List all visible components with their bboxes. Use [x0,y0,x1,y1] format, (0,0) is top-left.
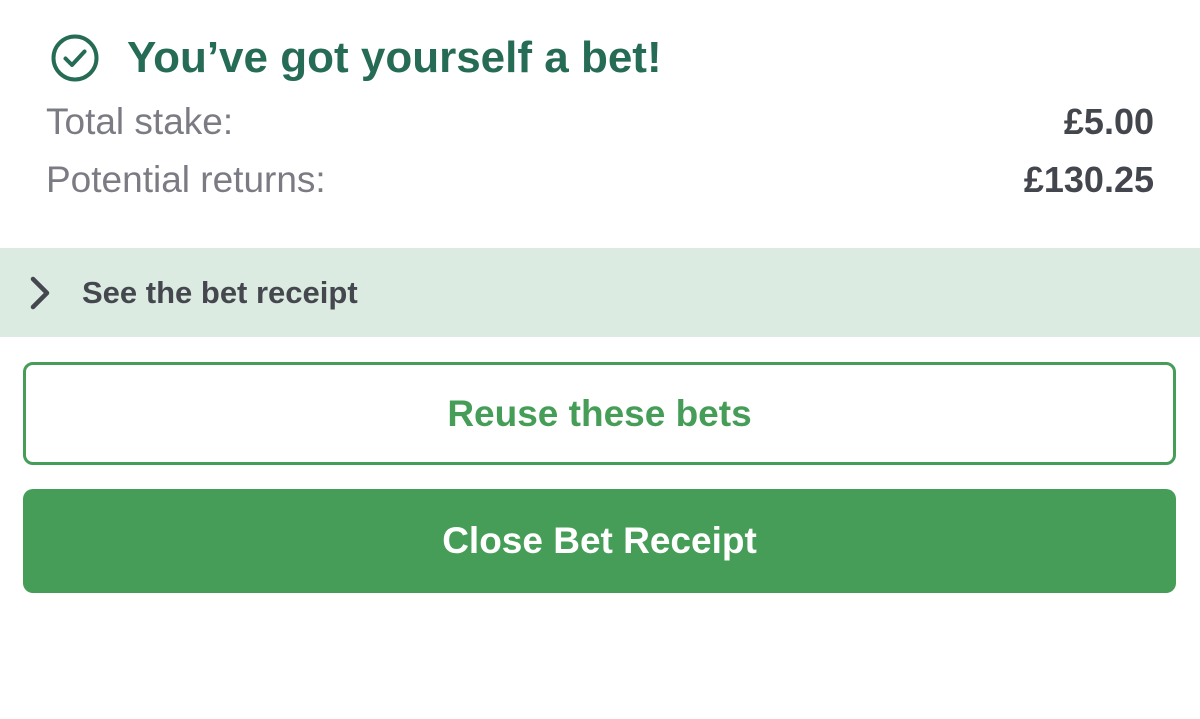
potential-returns-label: Potential returns: [46,159,326,200]
reuse-bets-label: Reuse these bets [447,392,752,434]
confirmation-headline: You’ve got yourself a bet! [127,33,662,82]
total-stake-label: Total stake: [46,101,234,142]
reuse-bets-button[interactable]: Reuse these bets [23,362,1176,465]
potential-returns-row: Potential returns: £130.25 [46,156,1154,204]
check-circle-icon [50,33,100,83]
see-bet-receipt-toggle[interactable]: See the bet receipt [0,248,1200,337]
confirmation-header: You’ve got yourself a bet! [50,30,662,86]
chevron-right-icon [27,275,53,311]
potential-returns-value: £130.25 [1023,159,1154,200]
total-stake-row: Total stake: £5.00 [46,98,1154,146]
close-bet-receipt-button[interactable]: Close Bet Receipt [23,489,1176,593]
see-bet-receipt-label: See the bet receipt [82,275,358,310]
bet-confirmation-panel: You’ve got yourself a bet! Total stake: … [0,0,1200,719]
close-bet-receipt-label: Close Bet Receipt [442,520,757,561]
total-stake-value: £5.00 [1063,101,1154,142]
